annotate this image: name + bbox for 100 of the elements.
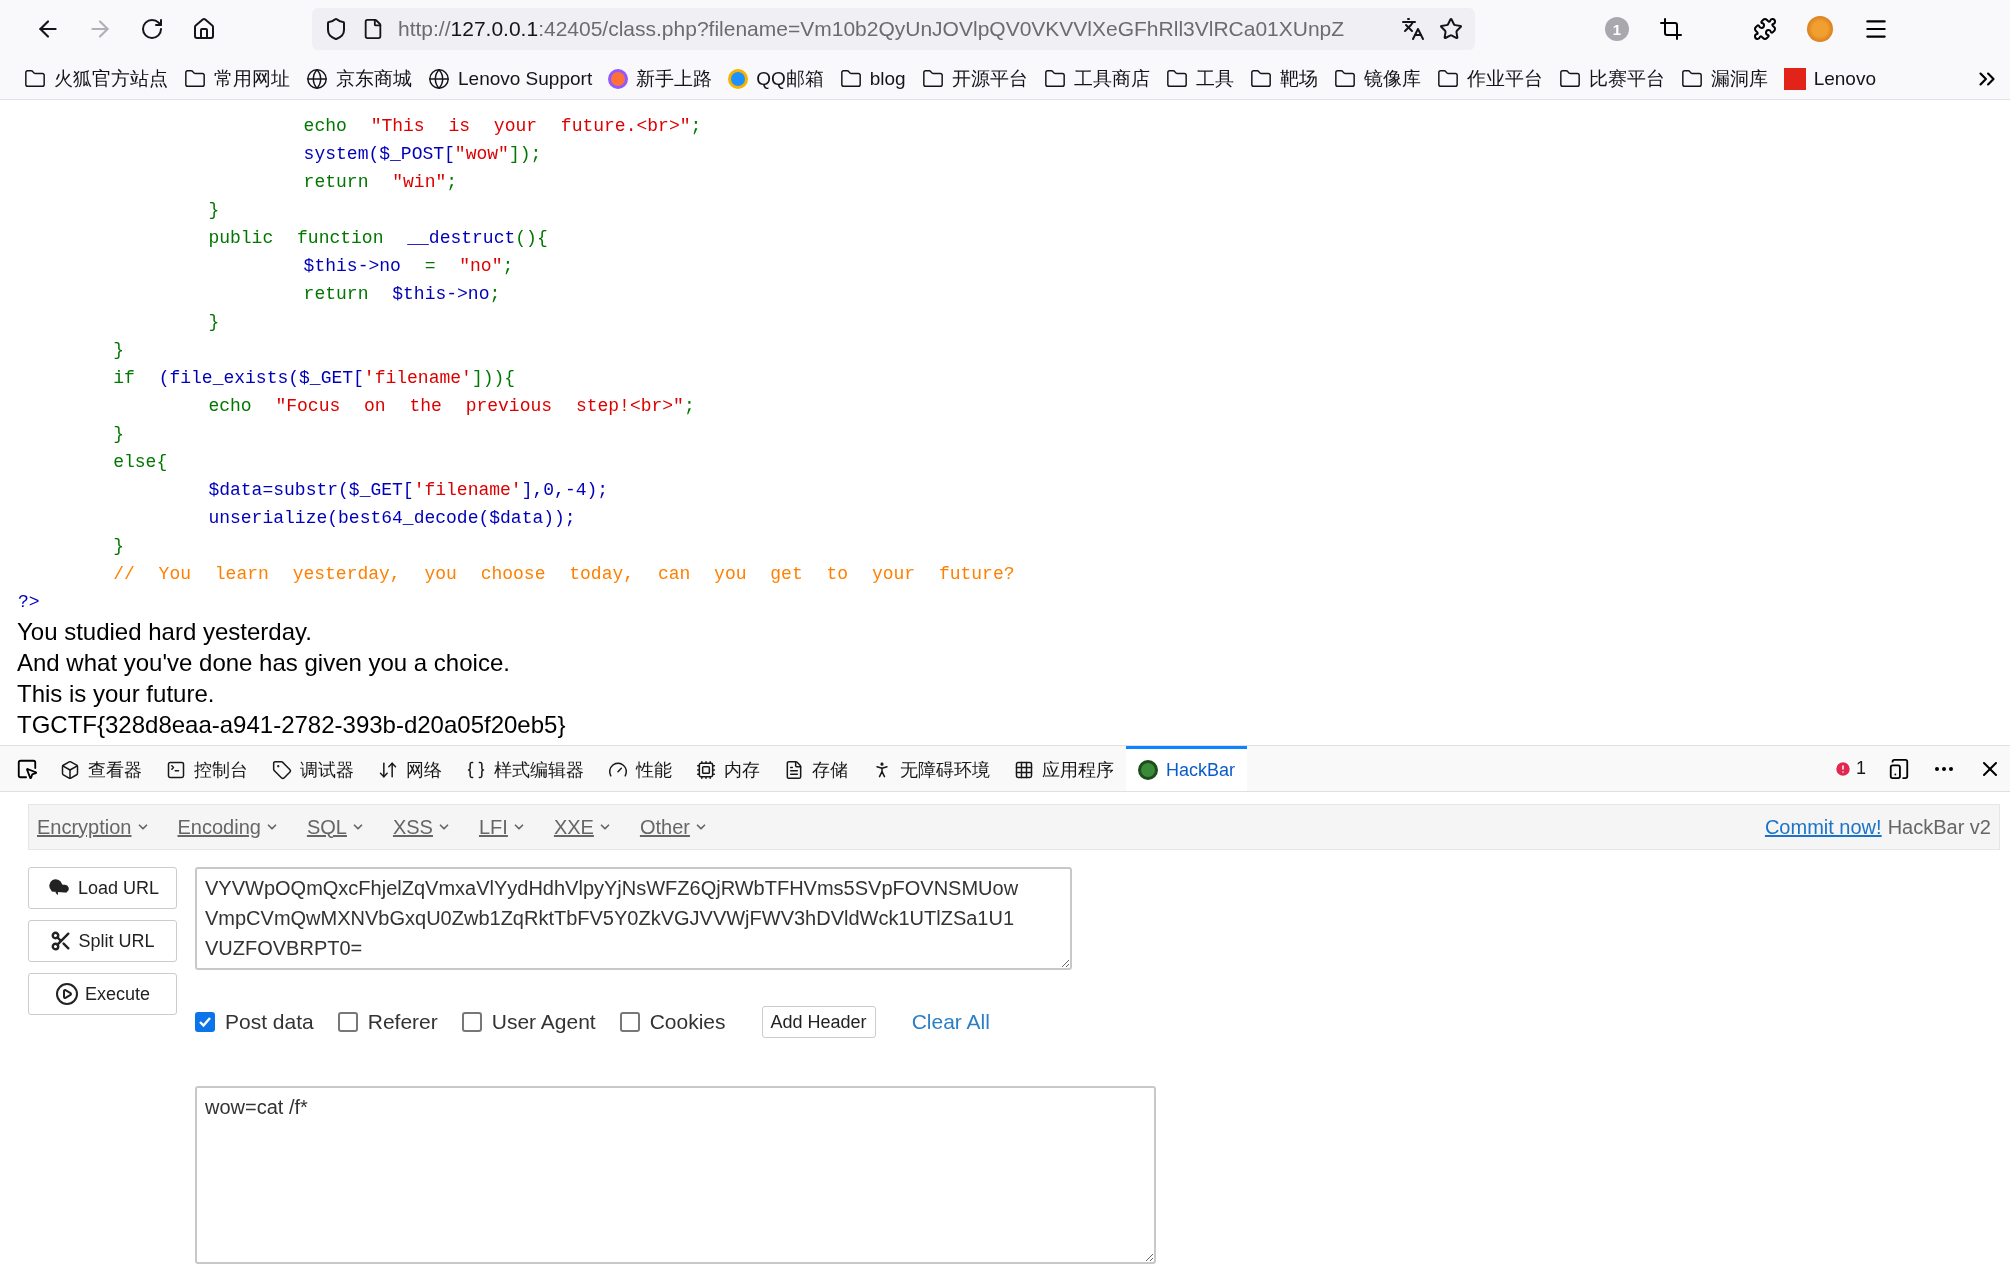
clear-all-link[interactable]: Clear All <box>911 1010 990 1034</box>
devtools-tab[interactable]: 存储 <box>772 746 860 791</box>
bookmark-item[interactable]: 常用网址 <box>184 65 290 92</box>
error-icon[interactable] <box>1834 759 1852 778</box>
bookmark-item[interactable]: 工具 <box>1165 65 1234 92</box>
bookmark-label: 靶场 <box>1279 66 1318 91</box>
reload-icon[interactable] <box>140 17 164 41</box>
bookmark-label: QQ邮箱 <box>756 66 824 91</box>
folder-icon <box>1558 67 1581 90</box>
code-line: } <box>207 311 221 334</box>
tab-label: 性能 <box>636 759 672 782</box>
post-data-field[interactable]: wow=cat /f* <box>195 1086 1156 1264</box>
l-logo-icon <box>1783 67 1806 90</box>
bookmark-item[interactable]: 火狐官方站点 <box>24 65 168 92</box>
devtools-tab[interactable]: 应用程序 <box>1002 746 1126 791</box>
globe-logo-icon <box>1138 760 1158 780</box>
play-icon <box>54 982 79 1006</box>
hackbar-button[interactable]: Load URL <box>28 867 177 909</box>
translate-icon[interactable] <box>1401 17 1425 41</box>
crop-icon[interactable] <box>1659 17 1683 41</box>
bookmark-item[interactable]: 靶场 <box>1249 65 1318 92</box>
menu-dropdown[interactable]: Other <box>639 815 708 839</box>
arrows-icon <box>378 760 398 780</box>
menu-dropdown[interactable]: XSS <box>392 815 451 839</box>
bookmark-label: 开源平台 <box>951 66 1028 91</box>
folder-icon <box>1043 67 1066 90</box>
terminal-icon <box>166 760 186 780</box>
code-line: else{ <box>112 451 169 474</box>
devtools-tab[interactable]: 无障碍环境 <box>860 746 1002 791</box>
bookmark-item[interactable]: 作业平台 <box>1436 65 1543 92</box>
menu-dropdown[interactable]: XXE <box>553 815 612 839</box>
bookmark-item[interactable]: 比赛平台 <box>1558 65 1665 92</box>
folder-icon <box>184 67 206 90</box>
option-checkbox[interactable]: User Agent <box>461 1010 596 1034</box>
code-line: } <box>207 199 221 222</box>
commit-link[interactable]: Commit now! <box>1764 815 1882 839</box>
bookmark-label: 常用网址 <box>214 66 290 91</box>
option-checkbox[interactable]: Cookies <box>619 1010 726 1034</box>
menu-dropdown[interactable]: SQL <box>306 815 365 839</box>
avatar-icon[interactable] <box>1807 16 1833 42</box>
option-checkbox[interactable]: Referer <box>337 1010 438 1034</box>
scissors-icon <box>50 930 73 952</box>
devtools-tab[interactable]: 控制台 <box>154 746 260 791</box>
code-line: $this->no = "no"; <box>302 255 515 278</box>
devtools-tab[interactable]: 内存 <box>684 746 772 791</box>
tag-icon <box>272 760 292 780</box>
bookmark-item[interactable]: 漏洞库 <box>1680 65 1768 92</box>
bookmark-label: 漏洞库 <box>1710 66 1768 91</box>
bookmark-label: blog <box>869 67 906 90</box>
bookmark-item[interactable]: 镜像库 <box>1333 65 1421 92</box>
menu-dropdown[interactable]: LFI <box>478 815 526 839</box>
output-text: TGCTF{328d8eaa-a941-2782-393b-d20a05f20eb5} <box>16 710 567 740</box>
code-line: ?> <box>17 591 41 614</box>
tab-label: 网络 <box>406 759 442 782</box>
bookmark-item[interactable]: Lenovo <box>1783 67 1876 90</box>
devtools-tab[interactable]: 查看器 <box>48 746 154 791</box>
menu-dropdown[interactable]: Encoding <box>177 815 279 839</box>
star-icon[interactable] <box>1439 17 1463 41</box>
picker-icon[interactable] <box>16 757 38 780</box>
page-icon <box>362 18 384 40</box>
bookmark-item[interactable]: Lenovo Support <box>428 67 593 90</box>
hackbar-button[interactable]: Split URL <box>28 920 177 962</box>
devtools-tab[interactable]: 网络 <box>366 746 454 791</box>
hackbar-button[interactable]: Execute <box>28 973 177 1015</box>
home-icon[interactable] <box>192 17 216 41</box>
output-text: And what you've done has given you a choice. <box>16 648 511 678</box>
checkmark-icon <box>198 1015 212 1029</box>
tab-label: 查看器 <box>88 759 142 782</box>
bookmark-item[interactable]: 开源平台 <box>921 65 1028 92</box>
bookmark-item[interactable]: 新手上路 <box>608 65 713 92</box>
devtools-tab[interactable]: 性能 <box>596 746 684 791</box>
gauge-icon <box>608 760 628 780</box>
bookmark-label: 工具 <box>1195 66 1234 91</box>
code-line: echo "Focus on the previous step!<br>"; <box>207 395 696 418</box>
bookmark-item[interactable]: QQ邮箱 <box>728 65 824 92</box>
code-line: return "win"; <box>302 171 459 194</box>
devtools-tab[interactable]: 样式编辑器 <box>454 746 596 791</box>
tab-label: 控制台 <box>194 759 248 782</box>
code-line: echo "This is your future.<br>"; <box>302 115 703 138</box>
option-checkbox[interactable]: Post data <box>195 1010 314 1034</box>
box-icon <box>60 760 80 780</box>
url-input-field[interactable]: VYVWpOQmQxcFhjelZqVmxaVlYydHdhVlpyYjNsWFZ6QjRWbTFHVms5SVpFOVNSMUowVmpCVmQwMXNVbGxqU0Zwb1ZqRktTbFV5Y0ZkVGJVVWjFWV3hDVldWck1UTlZSa1U1VUZFOVBRPT0= <box>195 867 1072 970</box>
bookmark-label: 新手上路 <box>636 66 713 91</box>
menu-dropdown[interactable]: Encryption <box>37 815 150 839</box>
bookmark-item[interactable]: 京东商城 <box>306 65 412 92</box>
folder-icon <box>1680 67 1703 90</box>
devtools-tab[interactable]: HackBar <box>1126 746 1248 791</box>
tab-label: 调试器 <box>300 759 354 782</box>
folder-icon <box>1165 67 1188 90</box>
error-count[interactable]: 1 <box>1856 758 1866 779</box>
add-header-button[interactable]: Add Header <box>761 1006 876 1038</box>
bookmark-item[interactable]: blog <box>839 67 906 90</box>
bookmark-label: 比赛平台 <box>1588 66 1665 91</box>
devtools-tab[interactable]: 调试器 <box>260 746 366 791</box>
responsive-icon[interactable] <box>1888 757 1910 780</box>
extensions-icon[interactable] <box>1753 17 1777 41</box>
fox-logo-icon <box>608 68 629 89</box>
address-bar[interactable]: http://127.0.0.1:42405/class.php?filename=Vm10b2QyUnJOVlpQV0VKVVlXeGFhRll3VlRCa01XUnpZ <box>312 8 1475 50</box>
bookmark-item[interactable]: 工具商店 <box>1043 65 1150 92</box>
globe-icon <box>428 67 450 90</box>
